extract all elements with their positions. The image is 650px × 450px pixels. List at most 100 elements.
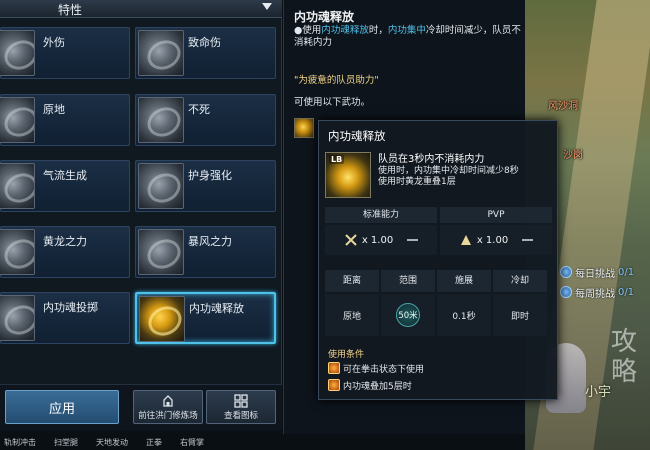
condition-row: 内功魂叠加5层时 bbox=[328, 378, 412, 392]
skill-icon bbox=[0, 163, 35, 209]
desc-text: 时， bbox=[368, 25, 388, 36]
skill-icon bbox=[0, 229, 35, 275]
key-binding-badge: LB bbox=[329, 155, 345, 164]
hotbar-skill-label: 正拳 bbox=[146, 437, 162, 447]
apply-button[interactable]: 应用 bbox=[5, 390, 119, 424]
range-badge: 50米 bbox=[396, 303, 420, 327]
grid-value-distance: 原地 bbox=[325, 294, 379, 336]
map-label: 沙岗 bbox=[563, 150, 583, 161]
watermark-seal: 攻略 bbox=[611, 327, 638, 387]
hotbar-skill-label: 轨制冲击 bbox=[4, 437, 36, 447]
tooltip-line: 队员在3秒内不消耗内力 bbox=[378, 154, 485, 165]
grid-value-range-cell: 50米 bbox=[381, 294, 435, 336]
trainer-icon bbox=[163, 395, 173, 407]
skill-name: 内功魂释放 bbox=[189, 302, 244, 315]
view-icon-button[interactable]: 查看图标 bbox=[206, 390, 276, 424]
crossed-swords-icon bbox=[345, 234, 357, 246]
stat-cell-pvp: x 1.00 bbox=[440, 225, 552, 255]
grid-header-distance: 距离 bbox=[325, 270, 379, 292]
hotbar-skill-label: 天地发动 bbox=[96, 437, 128, 447]
grid-icon bbox=[234, 394, 248, 408]
daily-challenge-count: 0/1 bbox=[618, 266, 635, 278]
tooltip-title: 内功魂释放 bbox=[328, 129, 386, 143]
skill-card[interactable]: 黄龙之力 bbox=[0, 226, 130, 278]
watermark-name: 小宇 bbox=[585, 385, 612, 400]
skill-name: 气流生成 bbox=[43, 169, 87, 182]
detail-description: ●使用内功魂释放时，内功集中冷却时间减少，队员不消耗内力 bbox=[294, 25, 522, 49]
skill-card[interactable]: 原地 bbox=[0, 94, 130, 146]
skill-name: 致命伤 bbox=[188, 36, 221, 49]
skill-card[interactable]: 暴风之力 bbox=[135, 226, 276, 278]
condition-title: 使用条件 bbox=[328, 350, 365, 360]
skill-card[interactable]: 致命伤 bbox=[135, 27, 276, 79]
weekly-challenge-label: 每周挑战 bbox=[575, 288, 615, 300]
tooltip-description: 队员在3秒内不消耗内力 使用时，内功集中冷却时间减少8秒 使用时黄龙重叠1层 bbox=[378, 154, 553, 189]
skill-icon bbox=[138, 163, 184, 209]
daily-challenge[interactable]: 每日挑战 0/1 bbox=[560, 264, 634, 280]
skill-icon bbox=[139, 296, 185, 342]
skill-name: 黄龙之力 bbox=[43, 235, 87, 248]
go-to-trainer-button[interactable]: 前往洪门修炼场 bbox=[133, 390, 203, 424]
tooltip-skill-icon: LB bbox=[325, 152, 371, 198]
skill-card[interactable]: 气流生成 bbox=[0, 160, 130, 212]
skill-card-selected[interactable]: 内功魂释放 bbox=[135, 292, 276, 344]
skill-hotbar-strip: 轨制冲击 扫堂腿 天地发动 正拳 右臂掌 bbox=[0, 434, 525, 450]
grid-header-cast: 施展 bbox=[437, 270, 491, 292]
stat-cell-standard: x 1.00 bbox=[325, 225, 437, 255]
stat-value: x 1.00 bbox=[361, 234, 394, 246]
detail-learn-text: 可使用以下武功。 bbox=[294, 97, 371, 108]
view-icon-button-label: 查看图标 bbox=[223, 411, 258, 421]
grid-value-cast: 0.1秒 bbox=[437, 294, 491, 336]
challenge-icon bbox=[560, 266, 572, 278]
skill-icon bbox=[138, 97, 184, 143]
condition-row: 可在拳击状态下使用 bbox=[328, 361, 424, 375]
panel-title: 特性 bbox=[57, 3, 82, 17]
skill-icon bbox=[138, 30, 184, 76]
stat-header-pvp: PVP bbox=[440, 207, 552, 223]
skill-name: 外伤 bbox=[43, 36, 65, 49]
hotbar-skill-label: 右臂掌 bbox=[180, 437, 204, 447]
desc-highlight: 内功魂释放 bbox=[321, 25, 369, 36]
weekly-challenge[interactable]: 每周挑战 0/1 bbox=[560, 284, 634, 300]
chevron-down-icon[interactable] bbox=[262, 3, 272, 10]
dash-divider bbox=[407, 239, 419, 241]
skill-name: 内功魂投掷 bbox=[43, 301, 98, 314]
tooltip-line: 使用时，内功集中冷却时间减少8秒 bbox=[378, 165, 519, 176]
detail-quote: "为疲惫的队员助力" bbox=[294, 75, 379, 86]
fist-stance-icon bbox=[328, 362, 340, 374]
mini-skill-icon[interactable] bbox=[294, 118, 314, 138]
condition-text: 可在拳击状态下使用 bbox=[343, 364, 425, 375]
condition-text: 内功魂叠加5层时 bbox=[343, 381, 412, 392]
grid-header-range: 范围 bbox=[381, 270, 435, 292]
daily-challenge-label: 每日挑战 bbox=[575, 268, 615, 280]
skill-name: 护身强化 bbox=[188, 169, 232, 182]
map-label: 风沙洞 bbox=[548, 101, 578, 112]
skill-icon bbox=[0, 97, 35, 143]
trainer-button-label: 前往洪门修炼场 bbox=[138, 411, 198, 421]
detail-title: 内功魂释放 bbox=[294, 10, 355, 24]
skill-icon bbox=[138, 229, 184, 275]
desc-text: 使用 bbox=[302, 25, 322, 36]
skill-name: 暴风之力 bbox=[188, 235, 232, 248]
skill-name: 不死 bbox=[188, 103, 210, 116]
grid-header-cooldown: 冷却 bbox=[493, 270, 547, 292]
stat-value: x 1.00 bbox=[476, 234, 509, 246]
skill-card[interactable]: 外伤 bbox=[0, 27, 130, 79]
pvp-helmet-icon bbox=[460, 235, 471, 245]
skill-card[interactable]: 内功魂投掷 bbox=[0, 292, 130, 344]
dash-divider bbox=[522, 239, 534, 241]
inner-soul-icon bbox=[328, 379, 340, 391]
tooltip-line: 使用时黄龙重叠1层 bbox=[378, 177, 456, 187]
panel-header[interactable]: 特性 bbox=[0, 0, 282, 18]
hotbar-skill-label: 扫堂腿 bbox=[54, 437, 78, 447]
skill-icon bbox=[0, 295, 35, 341]
grid-value-cooldown: 即时 bbox=[493, 294, 547, 336]
skill-card[interactable]: 护身强化 bbox=[135, 160, 276, 212]
skill-card[interactable]: 不死 bbox=[135, 94, 276, 146]
weekly-challenge-count: 0/1 bbox=[618, 286, 635, 298]
challenge-icon bbox=[560, 286, 572, 298]
skill-name: 原地 bbox=[43, 103, 65, 116]
skill-icon bbox=[0, 30, 35, 76]
stat-header-standard: 标准能力 bbox=[325, 207, 437, 223]
desc-highlight: 内功集中 bbox=[387, 25, 426, 36]
